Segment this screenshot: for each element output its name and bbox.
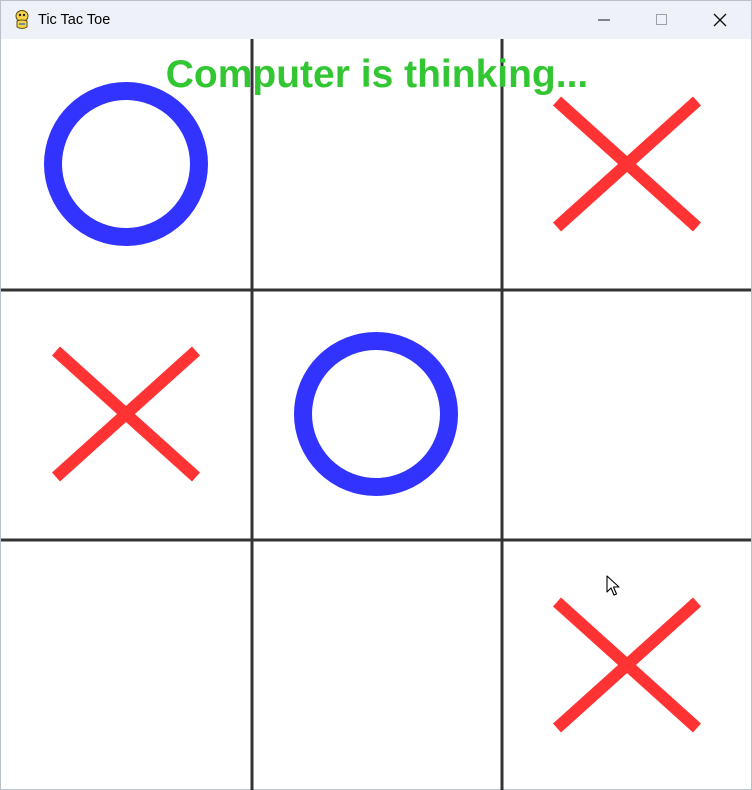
close-icon <box>713 13 727 27</box>
minimize-button[interactable] <box>575 1 633 39</box>
maximize-button[interactable] <box>633 1 691 39</box>
title-bar[interactable]: Tic Tac Toe <box>1 1 751 39</box>
board-cell-1-2[interactable] <box>501 289 751 539</box>
minimize-icon <box>598 19 610 21</box>
game-area[interactable]: Computer is thinking... <box>1 39 751 790</box>
board-cell-2-1[interactable] <box>251 539 501 789</box>
maximize-icon <box>656 14 667 25</box>
board-cell-0-1[interactable] <box>251 39 501 289</box>
pygame-snake-icon <box>15 10 29 29</box>
window-title: Tic Tac Toe <box>38 12 111 28</box>
board-cell-2-0[interactable] <box>1 539 251 789</box>
board-cell-0-0[interactable] <box>1 39 251 289</box>
app-window: Tic Tac Toe Computer is thinking... <box>0 0 752 790</box>
tic-tac-toe-board[interactable] <box>1 39 751 790</box>
board-cell-1-1[interactable] <box>251 289 501 539</box>
close-button[interactable] <box>691 1 749 39</box>
